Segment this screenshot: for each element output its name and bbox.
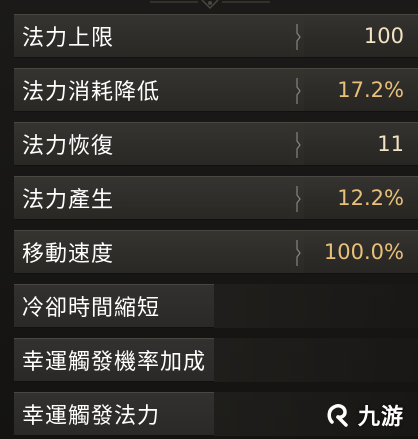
stat-divider (290, 176, 304, 220)
stat-name-cell: 移動速度 (14, 230, 290, 274)
stat-name-cell: 冷卻時間縮短 (14, 284, 214, 328)
stat-name: 幸運觸發機率加成 (22, 350, 207, 375)
stat-value: 12.2% (337, 186, 404, 210)
watermark-text: 九游 (357, 405, 404, 430)
stat-name: 法力上限 (22, 26, 115, 51)
stat-name-cell: 法力上限 (14, 14, 290, 58)
stat-name: 幸運觸發法力 (22, 404, 161, 429)
divider-tick-icon (296, 132, 301, 158)
watermark: 九游 (324, 399, 404, 431)
stat-value-area (214, 284, 418, 328)
stat-value: 17.2% (337, 78, 404, 102)
stat-divider (290, 230, 304, 274)
stat-value-cell: 100 (304, 14, 418, 58)
divider-tick-icon (296, 240, 301, 266)
stat-row-lucky-hit-chance[interactable]: 幸運觸發機率加成 (14, 338, 418, 382)
stat-row-mana-cost-reduction[interactable]: 法力消耗降低 17.2% (14, 68, 418, 112)
divider-tick-icon (296, 78, 301, 104)
stat-name: 冷卻時間縮短 (22, 296, 161, 321)
stat-name-cell: 法力消耗降低 (14, 68, 290, 112)
stat-name: 移動速度 (22, 242, 115, 267)
stat-row-cooldown-reduction[interactable]: 冷卻時間縮短 (14, 284, 418, 328)
stat-name: 法力消耗降低 (22, 80, 161, 105)
stat-value: 100 (363, 24, 404, 48)
stat-name: 法力恢復 (22, 134, 115, 159)
stat-value: 100.0% (323, 240, 404, 264)
stat-value-cell: 12.2% (304, 176, 418, 220)
stat-row-mana-regen[interactable]: 法力恢復 11 (14, 122, 418, 166)
stat-divider (290, 14, 304, 58)
stat-divider (290, 68, 304, 112)
stat-row-mana-cap[interactable]: 法力上限 100 (14, 14, 418, 58)
stat-name-cell: 法力恢復 (14, 122, 290, 166)
top-ornament-icon (150, 0, 270, 10)
character-stats-panel: 法力上限 100 法力消耗降低 17.2% 法力恢復 11 法力產生 12.2%… (0, 0, 418, 439)
stat-name-cell: 法力產生 (14, 176, 290, 220)
stat-name-cell: 幸運觸發法力 (14, 392, 214, 436)
stat-value-cell: 100.0% (304, 230, 418, 274)
divider-tick-icon (296, 186, 301, 212)
stat-row-mana-generation[interactable]: 法力產生 12.2% (14, 176, 418, 220)
stat-divider (290, 122, 304, 166)
stat-value-cell: 17.2% (304, 68, 418, 112)
stat-value-cell: 11 (304, 122, 418, 166)
stat-name: 法力產生 (22, 188, 115, 213)
stat-name-cell: 幸運觸發機率加成 (14, 338, 214, 382)
divider-tick-icon (296, 24, 301, 50)
stat-value: 11 (377, 132, 404, 156)
jiuyou-logo-icon (327, 404, 348, 427)
stat-row-move-speed[interactable]: 移動速度 100.0% (14, 230, 418, 274)
stat-value-area (214, 338, 418, 382)
